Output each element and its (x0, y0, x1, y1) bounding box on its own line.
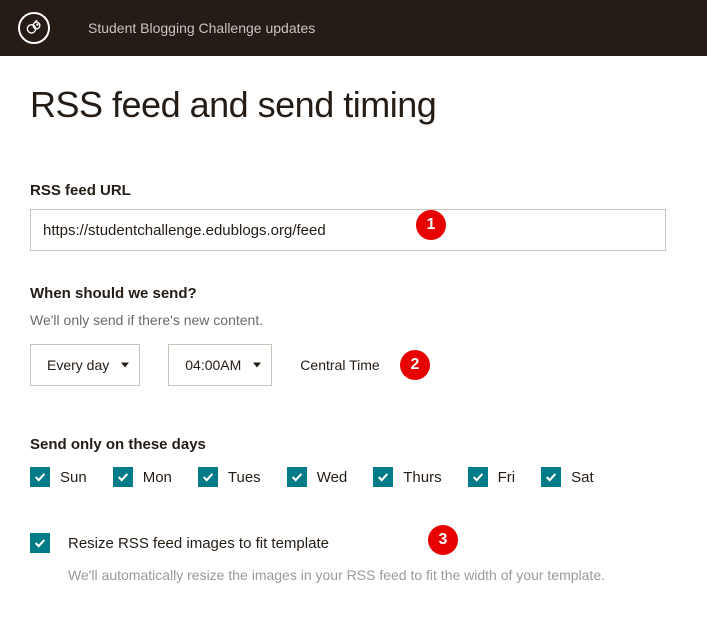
time-select[interactable]: 04:00AM (168, 344, 272, 386)
annotation-badge-1: 1 (416, 210, 446, 240)
day-label: Thurs (403, 469, 441, 486)
days-label: Send only on these days (30, 436, 677, 453)
day-label: Mon (143, 469, 172, 486)
page-content: RSS feed and send timing RSS feed URL 1 … (0, 56, 707, 623)
day-label: Wed (317, 469, 348, 486)
rss-url-section: RSS feed URL 1 (30, 182, 677, 251)
chevron-down-icon (121, 363, 129, 368)
day-label: Sun (60, 469, 87, 486)
day-checkbox-thurs[interactable]: Thurs (373, 467, 441, 487)
day-label: Sat (571, 469, 594, 486)
checkbox-checked-icon (468, 467, 488, 487)
resize-helper: We'll automatically resize the images in… (68, 567, 677, 583)
resize-section: Resize RSS feed images to fit template W… (30, 533, 677, 583)
annotation-badge-2: 2 (400, 350, 430, 380)
page-title: RSS feed and send timing (30, 84, 677, 126)
day-checkbox-fri[interactable]: Fri (468, 467, 516, 487)
chevron-down-icon (253, 363, 261, 368)
days-row: Sun Mon Tues Wed Thurs Fri (30, 467, 677, 487)
day-checkbox-sat[interactable]: Sat (541, 467, 594, 487)
timezone-label: Central Time (300, 357, 379, 373)
day-checkbox-wed[interactable]: Wed (287, 467, 348, 487)
annotation-badge-3: 3 (428, 525, 458, 555)
checkbox-checked-icon (113, 467, 133, 487)
day-label: Tues (228, 469, 261, 486)
days-section: Send only on these days Sun Mon Tues Wed… (30, 436, 677, 487)
rss-url-input[interactable] (30, 209, 666, 251)
schedule-label: When should we send? (30, 285, 677, 302)
day-checkbox-sun[interactable]: Sun (30, 467, 87, 487)
schedule-section: When should we send? We'll only send if … (30, 285, 677, 386)
schedule-controls: Every day 04:00AM Central Time 2 (30, 344, 677, 386)
frequency-select[interactable]: Every day (30, 344, 140, 386)
checkbox-checked-icon (198, 467, 218, 487)
checkbox-checked-icon (541, 467, 561, 487)
time-value: 04:00AM (185, 357, 241, 373)
rss-url-label: RSS feed URL (30, 182, 677, 199)
day-label: Fri (498, 469, 516, 486)
resize-label: Resize RSS feed images to fit template (68, 535, 329, 552)
day-checkbox-tues[interactable]: Tues (198, 467, 261, 487)
schedule-helper: We'll only send if there's new content. (30, 312, 677, 328)
resize-checkbox[interactable] (30, 533, 50, 553)
topbar-title: Student Blogging Challenge updates (88, 20, 315, 36)
day-checkbox-mon[interactable]: Mon (113, 467, 172, 487)
checkbox-checked-icon (373, 467, 393, 487)
frequency-value: Every day (47, 357, 109, 373)
checkbox-checked-icon (30, 467, 50, 487)
topbar: Student Blogging Challenge updates (0, 0, 707, 56)
mailchimp-logo-icon (18, 12, 50, 44)
checkbox-checked-icon (287, 467, 307, 487)
checkbox-checked-icon (30, 533, 50, 553)
